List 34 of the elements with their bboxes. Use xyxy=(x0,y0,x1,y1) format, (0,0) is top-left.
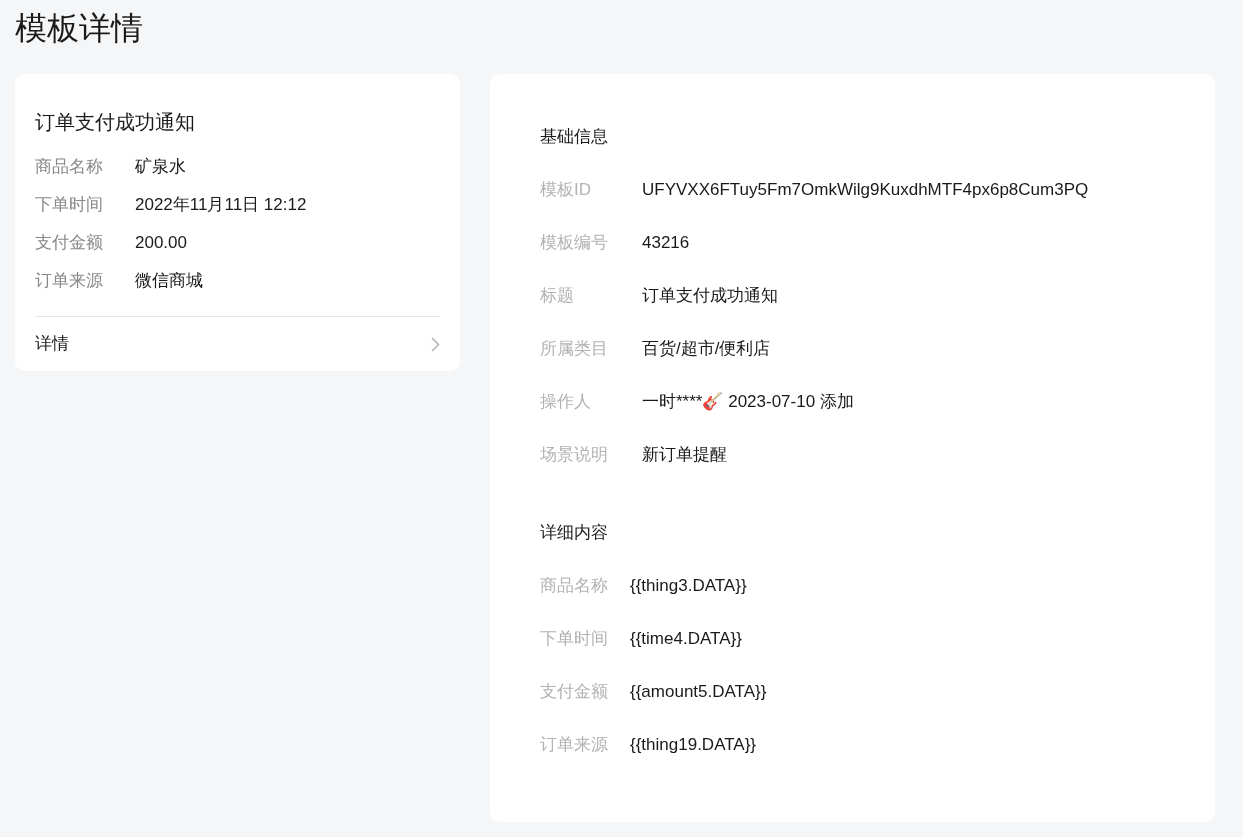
field-value: 2022年11月11日 12:12 xyxy=(135,194,307,217)
field-value: UFYVXX6FTuy5Fm7OmkWilg9KuxdhMTF4px6p8Cum3PQ xyxy=(642,179,1089,202)
field-label: 下单时间 xyxy=(35,194,104,217)
field-value: {{thing19.DATA}} xyxy=(630,734,757,757)
field-label: 订单来源 xyxy=(540,734,609,757)
field-value: 新订单提醒 xyxy=(642,444,727,467)
field-label: 模板编号 xyxy=(540,232,609,255)
field-label: 所属类目 xyxy=(540,338,609,361)
field-label: 标题 xyxy=(540,285,575,308)
field-label: 下单时间 xyxy=(540,628,609,651)
field-value: {{time4.DATA}} xyxy=(630,628,742,651)
field-value: 一时****🎸 2023-07-10 添加 xyxy=(642,391,854,414)
field-value: 百货/超市/便利店 xyxy=(642,338,771,361)
field-label: 订单来源 xyxy=(35,270,104,293)
message-title: 订单支付成功通知 xyxy=(35,110,196,135)
field-label: 场景说明 xyxy=(540,444,609,467)
section-heading: 基础信息 xyxy=(540,126,609,148)
details-link[interactable]: 详情 xyxy=(35,316,440,371)
field-label: 支付金额 xyxy=(35,232,104,255)
field-label: 商品名称 xyxy=(35,156,104,179)
page-title: 模板详情 xyxy=(15,9,144,48)
field-value: 矿泉水 xyxy=(135,156,186,179)
field-value: {{amount5.DATA}} xyxy=(630,681,767,704)
field-label: 操作人 xyxy=(540,391,592,414)
section-heading: 详细内容 xyxy=(540,522,609,544)
field-label: 模板ID xyxy=(540,179,592,202)
field-label: 支付金额 xyxy=(540,681,609,704)
field-value: 订单支付成功通知 xyxy=(642,285,778,308)
field-value: 200.00 xyxy=(135,232,187,255)
field-value: 微信商城 xyxy=(135,270,203,293)
chevron-right-icon xyxy=(431,336,440,352)
field-value: 43216 xyxy=(642,232,690,255)
field-value: {{thing3.DATA}} xyxy=(630,575,747,598)
field-label: 商品名称 xyxy=(540,575,609,598)
